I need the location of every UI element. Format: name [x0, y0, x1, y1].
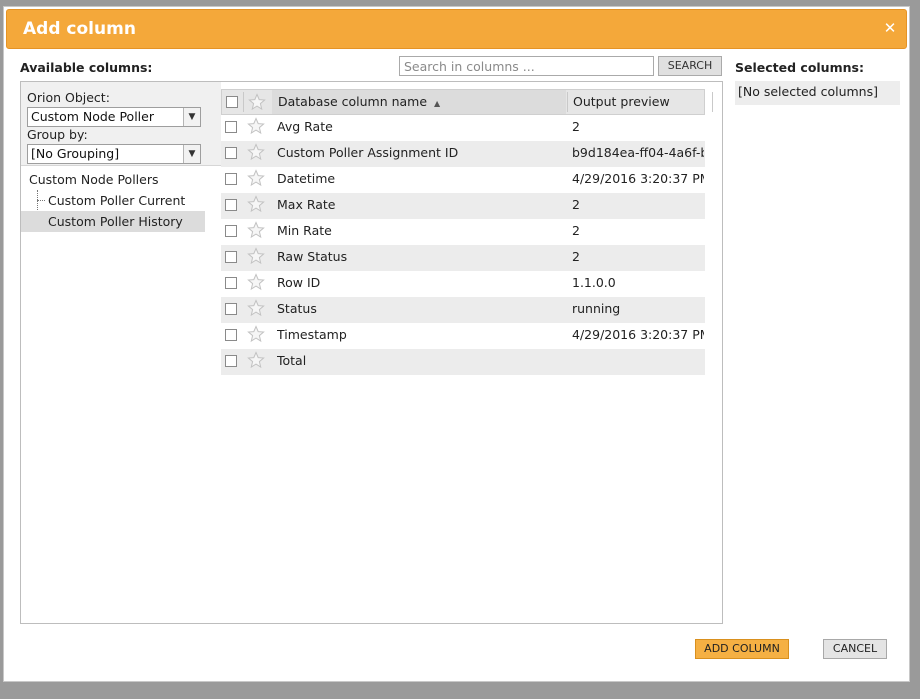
output-preview-cell: 2 [572, 223, 580, 238]
output-preview-cell: 4/29/2016 3:20:37 PM [572, 327, 704, 342]
row-checkbox[interactable] [225, 329, 237, 341]
sort-asc-icon: ▲ [434, 99, 441, 108]
column-name-cell: Datetime [277, 171, 336, 186]
column-header-output-preview[interactable]: Output preview [573, 90, 703, 114]
column-name-cell: Raw Status [277, 249, 348, 264]
star-icon[interactable] [247, 299, 265, 317]
output-preview-cell [572, 349, 704, 375]
column-name-cell: Min Rate [277, 223, 332, 238]
table-row[interactable]: Max Rate 2 [221, 193, 705, 219]
output-preview-cell: 2 [572, 197, 580, 212]
tree-item-custom-poller-current[interactable]: Custom Poller Current S... [48, 190, 206, 229]
row-checkbox[interactable] [225, 121, 237, 133]
star-icon[interactable] [247, 117, 265, 135]
star-icon[interactable] [247, 325, 265, 343]
orion-object-select[interactable]: Custom Node Poller ▼ [27, 107, 201, 127]
table-row[interactable]: Row ID 1.1.0.0 [221, 271, 705, 297]
available-columns-panel: Orion Object: Custom Node Poller ▼ Group… [20, 81, 723, 624]
filter-header: Orion Object: Custom Node Poller ▼ Group… [21, 82, 221, 166]
table-row[interactable]: Raw Status 2 [221, 245, 705, 271]
selected-columns-list: [No selected columns] [735, 81, 900, 105]
row-checkbox[interactable] [225, 225, 237, 237]
star-icon[interactable] [247, 351, 265, 369]
output-preview-cell: 4/29/2016 3:20:37 PM [572, 171, 704, 186]
dialog-title: Add column [23, 19, 136, 39]
column-name-cell: Total [277, 353, 307, 368]
row-checkbox[interactable] [225, 251, 237, 263]
column-name-cell: Row ID [277, 275, 321, 290]
header-divider [712, 92, 713, 112]
row-checkbox[interactable] [225, 277, 237, 289]
output-preview-cell: 2 [572, 119, 580, 134]
search-input[interactable] [399, 56, 654, 76]
group-by-value: [No Grouping] [31, 146, 120, 161]
row-checkbox[interactable] [225, 173, 237, 185]
tree-connector [37, 200, 45, 201]
table-row[interactable]: Custom Poller Assignment ID b9d184ea-ff04… [221, 141, 705, 167]
chevron-down-icon[interactable]: ▼ [183, 145, 200, 163]
star-icon[interactable] [248, 93, 266, 111]
column-name-cell: Status [277, 301, 317, 316]
available-columns-label: Available columns: [20, 60, 153, 75]
tree-root-custom-node-pollers[interactable]: Custom Node Pollers [29, 169, 209, 190]
column-header-label: Database column name [278, 94, 428, 109]
column-name-cell: Max Rate [277, 197, 336, 212]
object-panel: Orion Object: Custom Node Poller ▼ Group… [21, 82, 221, 623]
grid-header: Database column name ▲ Output preview [221, 89, 713, 115]
row-checkbox[interactable] [225, 147, 237, 159]
orion-object-label: Orion Object: [27, 90, 110, 105]
table-row[interactable]: Datetime 4/29/2016 3:20:37 PM [221, 167, 705, 193]
output-preview-cell: b9d184ea-ff04-4a6f-b00e [572, 145, 704, 160]
orion-object-value: Custom Node Poller [31, 109, 154, 124]
add-column-button[interactable]: ADD COLUMN [695, 639, 789, 659]
selected-columns-label: Selected columns: [735, 60, 864, 75]
cancel-button[interactable]: CANCEL [823, 639, 887, 659]
output-preview-cell: 2 [572, 249, 580, 264]
star-icon[interactable] [247, 247, 265, 265]
close-icon[interactable]: ✕ [882, 20, 898, 36]
row-checkbox[interactable] [225, 303, 237, 315]
star-icon[interactable] [247, 273, 265, 291]
table-row[interactable]: Status running [221, 297, 705, 323]
row-checkbox[interactable] [225, 199, 237, 211]
output-preview-cell: 1.1.0.0 [572, 275, 616, 290]
search-button[interactable]: SEARCH [658, 56, 722, 76]
group-by-select[interactable]: [No Grouping] ▼ [27, 144, 201, 164]
header-divider [567, 92, 568, 112]
table-row[interactable]: Timestamp 4/29/2016 3:20:37 PM [221, 323, 705, 349]
tree-item-custom-poller-history[interactable]: Custom Poller History [21, 211, 205, 232]
selected-columns-empty-text: [No selected columns] [738, 84, 878, 99]
output-preview-cell: running [572, 301, 621, 316]
header-divider [243, 92, 244, 112]
column-name-cell: Custom Poller Assignment ID [277, 145, 459, 160]
star-icon[interactable] [247, 195, 265, 213]
select-all-checkbox[interactable] [226, 96, 238, 108]
star-icon[interactable] [247, 169, 265, 187]
add-column-dialog: Add column ✕ Available columns: SEARCH S… [3, 6, 910, 682]
star-icon[interactable] [247, 143, 265, 161]
column-name-cell: Avg Rate [277, 119, 333, 134]
table-row[interactable]: Avg Rate 2 [221, 115, 705, 141]
column-name-cell: Timestamp [277, 327, 347, 342]
chevron-down-icon[interactable]: ▼ [183, 108, 200, 126]
star-icon[interactable] [247, 221, 265, 239]
row-checkbox[interactable] [225, 355, 237, 367]
table-row[interactable]: Min Rate 2 [221, 219, 705, 245]
column-header-database-name[interactable]: Database column name ▲ [272, 90, 566, 114]
group-by-label: Group by: [27, 127, 88, 142]
table-row[interactable]: Total [221, 349, 705, 375]
dialog-titlebar[interactable]: Add column ✕ [6, 9, 907, 49]
